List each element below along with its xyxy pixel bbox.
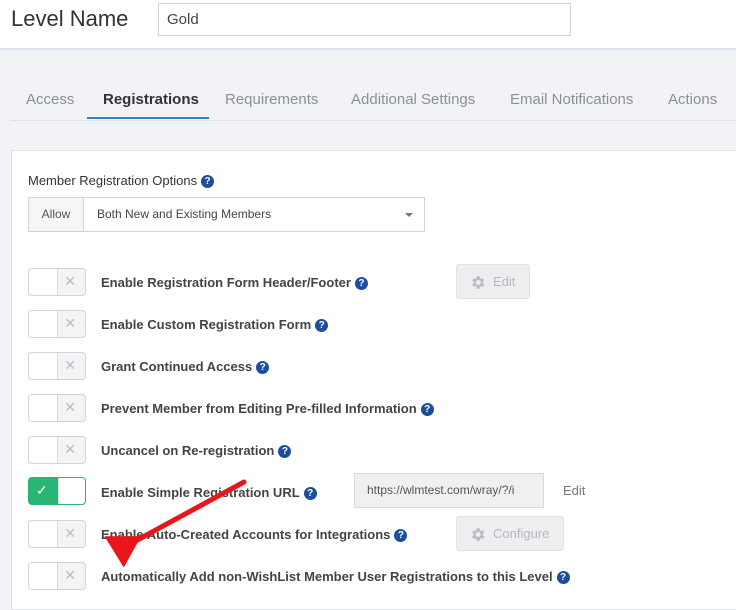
close-icon: ✕ xyxy=(64,273,76,289)
tab-requirements[interactable]: Requirements xyxy=(225,91,318,108)
gear-icon xyxy=(472,276,485,289)
level-name-label: Level Name xyxy=(11,6,129,31)
help-icon[interactable]: ? xyxy=(315,319,329,332)
close-icon: ✕ xyxy=(64,567,76,583)
tab-email-notifications[interactable]: Email Notifications xyxy=(510,91,633,108)
gear-icon xyxy=(472,528,485,541)
toggle-knob xyxy=(29,269,58,295)
close-icon: ✕ xyxy=(64,525,76,541)
simple-url-edit-link[interactable]: Edit xyxy=(563,483,585,498)
row-label-grant-continued-access: Grant Continued Access? xyxy=(101,359,270,374)
row-label-custom-registration-form: Enable Custom Registration Form? xyxy=(101,317,329,332)
row-label-simple-registration-url: Enable Simple Registration URL? xyxy=(101,485,317,500)
help-icon[interactable]: ? xyxy=(303,487,317,500)
tab-registrations[interactable]: Registrations xyxy=(103,91,199,108)
toggle-simple-registration-url[interactable]: ✓ xyxy=(28,477,86,505)
simple-registration-url-field[interactable]: https://wlmtest.com/wray/?/i xyxy=(354,473,544,508)
row-label-auto-created-accounts: Enable Auto-Created Accounts for Integra… xyxy=(101,527,408,542)
row-label-registration-form-header-footer: Enable Registration Form Header/Footer? xyxy=(101,275,368,290)
help-icon[interactable]: ? xyxy=(394,529,408,542)
toggle-knob xyxy=(29,395,58,421)
toggle-knob xyxy=(29,353,58,379)
level-header: Level Name Gold xyxy=(0,0,736,50)
toggle-auto-created-accounts[interactable]: ✕ xyxy=(28,520,86,548)
toggle-knob xyxy=(29,311,58,337)
help-icon[interactable]: ? xyxy=(256,361,270,374)
toggle-knob xyxy=(58,478,85,504)
allow-select[interactable]: Allow Both New and Existing Members xyxy=(28,197,425,232)
toggle-knob xyxy=(29,563,58,589)
help-icon[interactable]: ? xyxy=(354,277,368,290)
allow-select-value: Both New and Existing Members xyxy=(97,207,272,221)
caret-down-icon xyxy=(405,213,413,217)
toggle-custom-registration-form[interactable]: ✕ xyxy=(28,310,86,338)
close-icon: ✕ xyxy=(64,315,76,331)
row-label-uncancel-on-reregistration: Uncancel on Re-registration? xyxy=(101,443,292,458)
allow-label: Allow xyxy=(29,198,84,231)
help-icon[interactable]: ? xyxy=(201,175,215,188)
active-tab-indicator xyxy=(87,117,209,119)
tab-bar: Access Registrations Requirements Additi… xyxy=(10,80,736,121)
close-icon: ✕ xyxy=(64,399,76,415)
toggle-prevent-editing-prefilled[interactable]: ✕ xyxy=(28,394,86,422)
tab-access[interactable]: Access xyxy=(26,91,74,108)
edit-header-footer-button[interactable]: Edit xyxy=(456,264,530,299)
level-name-input[interactable]: Gold xyxy=(158,3,571,36)
configure-button[interactable]: Configure xyxy=(456,516,564,551)
help-icon[interactable]: ? xyxy=(556,571,570,584)
toggle-knob xyxy=(29,437,58,463)
toggle-registration-form-header-footer[interactable]: ✕ xyxy=(28,268,86,296)
toggle-uncancel-on-reregistration[interactable]: ✕ xyxy=(28,436,86,464)
tab-additional-settings[interactable]: Additional Settings xyxy=(351,91,475,108)
help-icon[interactable]: ? xyxy=(278,445,292,458)
row-label-auto-add-non-wishlist-registrations: Automatically Add non-WishList Member Us… xyxy=(101,569,570,584)
help-icon[interactable]: ? xyxy=(420,403,434,416)
check-icon: ✓ xyxy=(36,482,48,498)
close-icon: ✕ xyxy=(64,357,76,373)
toggle-auto-add-non-wishlist-registrations[interactable]: ✕ xyxy=(28,562,86,590)
close-icon: ✕ xyxy=(64,441,76,457)
row-label-prevent-editing-prefilled: Prevent Member from Editing Pre-filled I… xyxy=(101,401,434,416)
toggle-grant-continued-access[interactable]: ✕ xyxy=(28,352,86,380)
tab-actions[interactable]: Actions xyxy=(668,91,717,108)
toggle-knob xyxy=(29,521,58,547)
member-registration-options-title: Member Registration Options? xyxy=(28,173,215,188)
